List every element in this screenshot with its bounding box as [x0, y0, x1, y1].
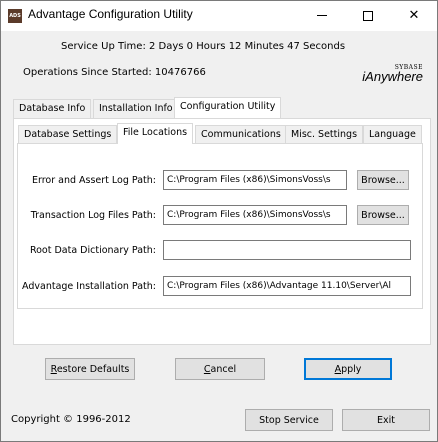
maximize-icon: [363, 10, 373, 21]
service-uptime: Service Up Time: 2 Days 0 Hours 12 Minut…: [61, 41, 346, 52]
tab-communications[interactable]: Communications: [195, 125, 287, 144]
title-bar: ADS Advantage Configuration Utility ✕: [1, 1, 437, 31]
exit-button[interactable]: Exit: [342, 409, 430, 431]
tab-installation-info[interactable]: Installation Info: [93, 99, 179, 118]
tab-database-settings[interactable]: Database Settings: [18, 125, 118, 144]
sybase-logo: SYBASE iAnywhere: [362, 64, 423, 84]
restore-defaults-label: estore Defaults: [56, 363, 130, 375]
transaction-log-path-input[interactable]: C:\Program Files (x86)\SimonsVoss\s: [163, 205, 347, 225]
copyright-text: Copyright © 1996-2012: [11, 414, 131, 425]
close-icon: ✕: [408, 8, 420, 23]
installation-path-input[interactable]: C:\Program Files (x86)\Advantage 11.10\S…: [163, 276, 411, 296]
restore-defaults-button[interactable]: Restore Defaults: [45, 358, 135, 380]
root-data-dictionary-label: Root Data Dictionary Path:: [29, 245, 156, 256]
apply-button[interactable]: Apply: [304, 358, 392, 380]
root-data-dictionary-path-input[interactable]: [163, 240, 411, 260]
cancel-button[interactable]: Cancel: [175, 358, 265, 380]
stop-service-button[interactable]: Stop Service: [245, 409, 333, 431]
tab-misc-settings[interactable]: Misc. Settings: [285, 125, 364, 144]
close-button[interactable]: ✕: [391, 1, 437, 31]
tab-file-locations[interactable]: File Locations: [117, 123, 194, 144]
apply-label: pply: [341, 363, 362, 375]
logo-line2: iAnywhere: [362, 69, 423, 84]
window-title: Advantage Configuration Utility: [28, 7, 193, 21]
maximize-button[interactable]: [345, 1, 391, 31]
transaction-log-label: Transaction Log Files Path:: [30, 210, 156, 221]
tab-database-info[interactable]: Database Info: [13, 99, 92, 118]
installation-path-label: Advantage Installation Path:: [22, 281, 156, 292]
tab-configuration-utility[interactable]: Configuration Utility: [174, 97, 282, 118]
minimize-icon: [317, 15, 327, 16]
error-log-label: Error and Assert Log Path:: [31, 175, 156, 186]
error-log-browse-button[interactable]: Browse...: [357, 170, 409, 190]
status-area: Service Up Time: 2 Days 0 Hours 12 Minut…: [13, 31, 431, 91]
app-icon: ADS: [8, 9, 22, 23]
tab-language[interactable]: Language: [363, 125, 422, 144]
minimize-button[interactable]: [299, 1, 345, 31]
cancel-mnemonic: C: [203, 363, 211, 375]
transaction-log-browse-button[interactable]: Browse...: [357, 205, 409, 225]
error-log-path-input[interactable]: C:\Program Files (x86)\SimonsVoss\s: [163, 170, 347, 190]
cancel-label: ancel: [210, 363, 237, 375]
main-window: ADS Advantage Configuration Utility ✕ Se…: [0, 0, 438, 442]
operations-count: Operations Since Started: 10476766: [23, 67, 206, 78]
